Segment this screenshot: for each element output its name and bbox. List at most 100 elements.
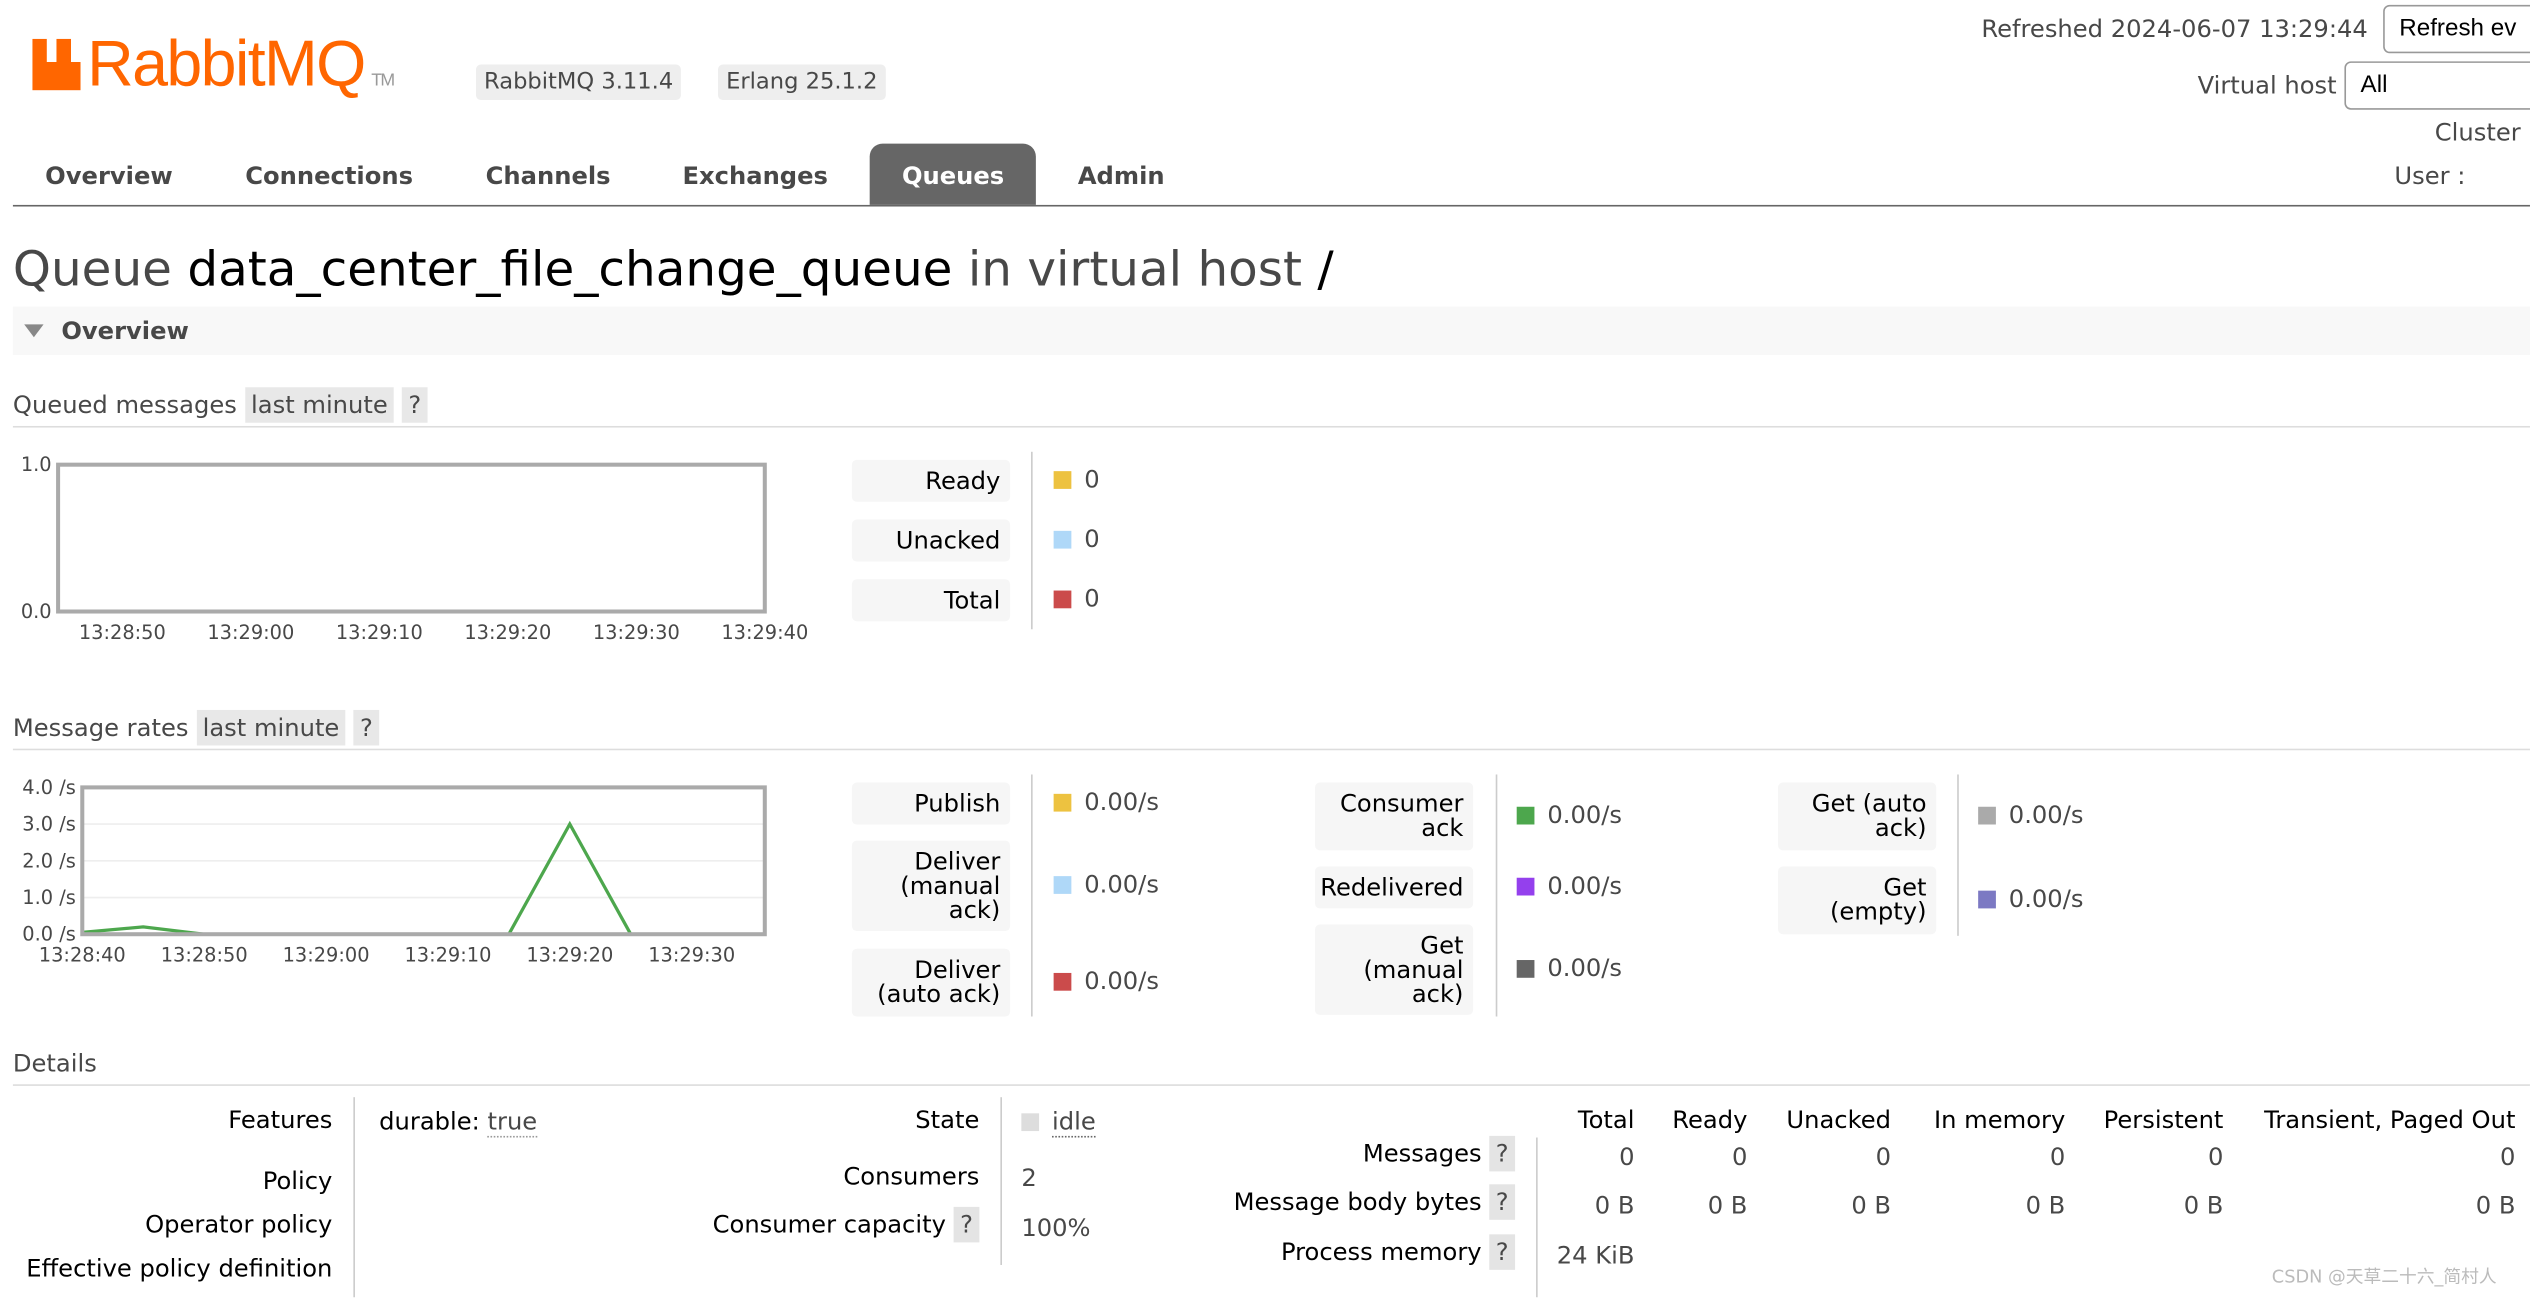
x-tick-label: 13:28:40 bbox=[39, 944, 126, 967]
table-cell: 0 bbox=[2050, 1142, 2065, 1171]
overview-section-toggle[interactable]: Overview bbox=[13, 307, 2530, 355]
version-badge: RabbitMQ 3.11.4 bbox=[476, 65, 681, 100]
table-cell: 0 bbox=[1619, 1142, 1634, 1171]
rabbit-icon bbox=[32, 39, 80, 91]
x-tick-label: 13:29:00 bbox=[283, 944, 370, 967]
queued-messages-header: Queued messages last minute ? bbox=[13, 390, 2530, 427]
refreshed-text: Refreshed 2024-06-07 13:29:44 bbox=[1981, 15, 2367, 44]
color-swatch-icon bbox=[1517, 878, 1535, 896]
column-header: Ready bbox=[1672, 1105, 1747, 1134]
color-swatch-icon bbox=[1054, 531, 1072, 549]
tab-queues[interactable]: Queues bbox=[870, 144, 1037, 205]
legend-label: Get (auto ack) bbox=[1778, 783, 1936, 851]
y-tick-label: 0.0 /s bbox=[22, 923, 76, 946]
x-tick-label: 13:29:30 bbox=[593, 621, 680, 644]
tab-connections[interactable]: Connections bbox=[213, 144, 445, 205]
table-cell: 0 B bbox=[2476, 1191, 2516, 1220]
tab-admin[interactable]: Admin bbox=[1046, 144, 1197, 205]
erlang-badge: Erlang 25.1.2 bbox=[718, 65, 886, 100]
column-header: In memory bbox=[1934, 1105, 2065, 1134]
x-tick-label: 13:28:50 bbox=[161, 944, 248, 967]
column-header: Transient, Paged Out bbox=[2264, 1105, 2515, 1134]
help-button[interactable]: ? bbox=[1489, 1184, 1515, 1219]
y-tick-label: 1.0 bbox=[21, 453, 52, 476]
refresh-interval-select[interactable]: Refresh ev bbox=[2383, 5, 2530, 53]
color-swatch-icon bbox=[1054, 591, 1072, 609]
table-cell: 0 B bbox=[2184, 1191, 2224, 1220]
vhost-label: Virtual host bbox=[2198, 71, 2337, 100]
range-selector[interactable]: last minute bbox=[245, 387, 395, 422]
table-cell: 0 bbox=[1732, 1142, 1747, 1171]
help-button[interactable]: ? bbox=[402, 387, 428, 422]
x-tick-label: 13:29:20 bbox=[526, 944, 613, 967]
y-tick-label: 4.0 /s bbox=[22, 776, 76, 799]
legend-label: Get (empty) bbox=[1778, 866, 1936, 934]
range-selector[interactable]: last minute bbox=[196, 710, 346, 745]
legend-value: 0 bbox=[1054, 465, 1100, 494]
color-swatch-icon bbox=[1054, 973, 1072, 991]
color-swatch-icon bbox=[1978, 891, 1996, 909]
color-swatch-icon bbox=[1054, 876, 1072, 894]
cluster-label: Cluster bbox=[2435, 118, 2521, 147]
details-header: Details bbox=[13, 1049, 2530, 1086]
color-swatch-icon bbox=[1054, 794, 1072, 812]
color-swatch-icon bbox=[1517, 807, 1535, 825]
policy-label: Policy bbox=[32, 1167, 332, 1196]
legend-value: 0 bbox=[1054, 584, 1100, 613]
y-tick-label: 0.0 bbox=[21, 600, 52, 623]
legend-value: 0.00/s bbox=[1054, 787, 1159, 816]
legend-label: Deliver (manual ack) bbox=[852, 841, 1010, 931]
row-label: Process memory ? bbox=[1129, 1238, 1515, 1267]
legend-value: 0 bbox=[1054, 524, 1100, 553]
x-tick-label: 13:28:50 bbox=[79, 621, 166, 644]
plot-frame bbox=[58, 465, 765, 612]
y-tick-label: 3.0 /s bbox=[22, 813, 76, 836]
help-button[interactable]: ? bbox=[354, 710, 380, 745]
table-cell: 0 B bbox=[1595, 1191, 1635, 1220]
tab-channels[interactable]: Channels bbox=[453, 144, 642, 205]
help-button[interactable]: ? bbox=[1489, 1136, 1515, 1171]
collapse-triangle-icon bbox=[24, 324, 43, 337]
consumer-capacity-label: Consumer capacity ? bbox=[645, 1210, 979, 1239]
queued-messages-chart: 0.0 1.0 13:28:50 13:29:00 13:29:10 13:29:20 13… bbox=[0, 449, 839, 659]
y-tick-label: 2.0 /s bbox=[22, 849, 76, 872]
legend-value: 0.00/s bbox=[1054, 870, 1159, 899]
consumers-label: Consumers bbox=[678, 1162, 980, 1191]
row-label: Message body bytes ? bbox=[1129, 1188, 1515, 1217]
state-label: State bbox=[678, 1105, 980, 1134]
legend-label: Get (manual ack) bbox=[1315, 925, 1473, 1015]
x-tick-label: 13:29:30 bbox=[648, 944, 735, 967]
vhost-select[interactable]: All bbox=[2344, 61, 2530, 109]
x-tick-label: 13:29:10 bbox=[336, 621, 423, 644]
column-header: Total bbox=[1578, 1105, 1635, 1134]
column-header: Persistent bbox=[2104, 1105, 2224, 1134]
table-cell: 0 B bbox=[2026, 1191, 2066, 1220]
legend-value: 0.00/s bbox=[1517, 871, 1622, 900]
help-button[interactable]: ? bbox=[954, 1207, 980, 1242]
legend-label: Total bbox=[852, 579, 1010, 621]
tab-overview[interactable]: Overview bbox=[13, 144, 205, 205]
tab-exchanges[interactable]: Exchanges bbox=[650, 144, 860, 205]
rabbitmq-logo: RabbitMQ TM bbox=[32, 29, 393, 102]
column-header: Unacked bbox=[1786, 1105, 1891, 1134]
legend-label: Ready bbox=[852, 460, 1010, 502]
legend-label: Unacked bbox=[852, 520, 1010, 562]
table-cell: 0 bbox=[1876, 1142, 1891, 1171]
table-cell: 24 KiB bbox=[1557, 1241, 1635, 1270]
features-value: durable: true bbox=[379, 1107, 537, 1136]
series-line-consumer-ack bbox=[82, 824, 752, 934]
legend-label: Deliver (auto ack) bbox=[852, 949, 1010, 1017]
legend-label: Consumer ack bbox=[1315, 783, 1473, 851]
color-swatch-icon bbox=[1978, 807, 1996, 825]
x-tick-label: 13:29:00 bbox=[207, 621, 294, 644]
message-rates-chart: 0.0 /s 1.0 /s 2.0 /s 3.0 /s 4.0 /s 13:28:40 13… bbox=[0, 771, 839, 981]
legend-label: Redelivered bbox=[1315, 866, 1473, 908]
legend-value: 0.00/s bbox=[1517, 954, 1622, 983]
y-tick-label: 1.0 /s bbox=[22, 886, 76, 909]
table-cell: 0 bbox=[2208, 1142, 2223, 1171]
help-button[interactable]: ? bbox=[1489, 1234, 1515, 1269]
watermark: CSDN @天草二十六_简村人 bbox=[2272, 1263, 2497, 1289]
row-label: Messages ? bbox=[1129, 1139, 1515, 1168]
color-swatch-icon bbox=[1054, 471, 1072, 489]
x-tick-label: 13:29:40 bbox=[721, 621, 808, 644]
